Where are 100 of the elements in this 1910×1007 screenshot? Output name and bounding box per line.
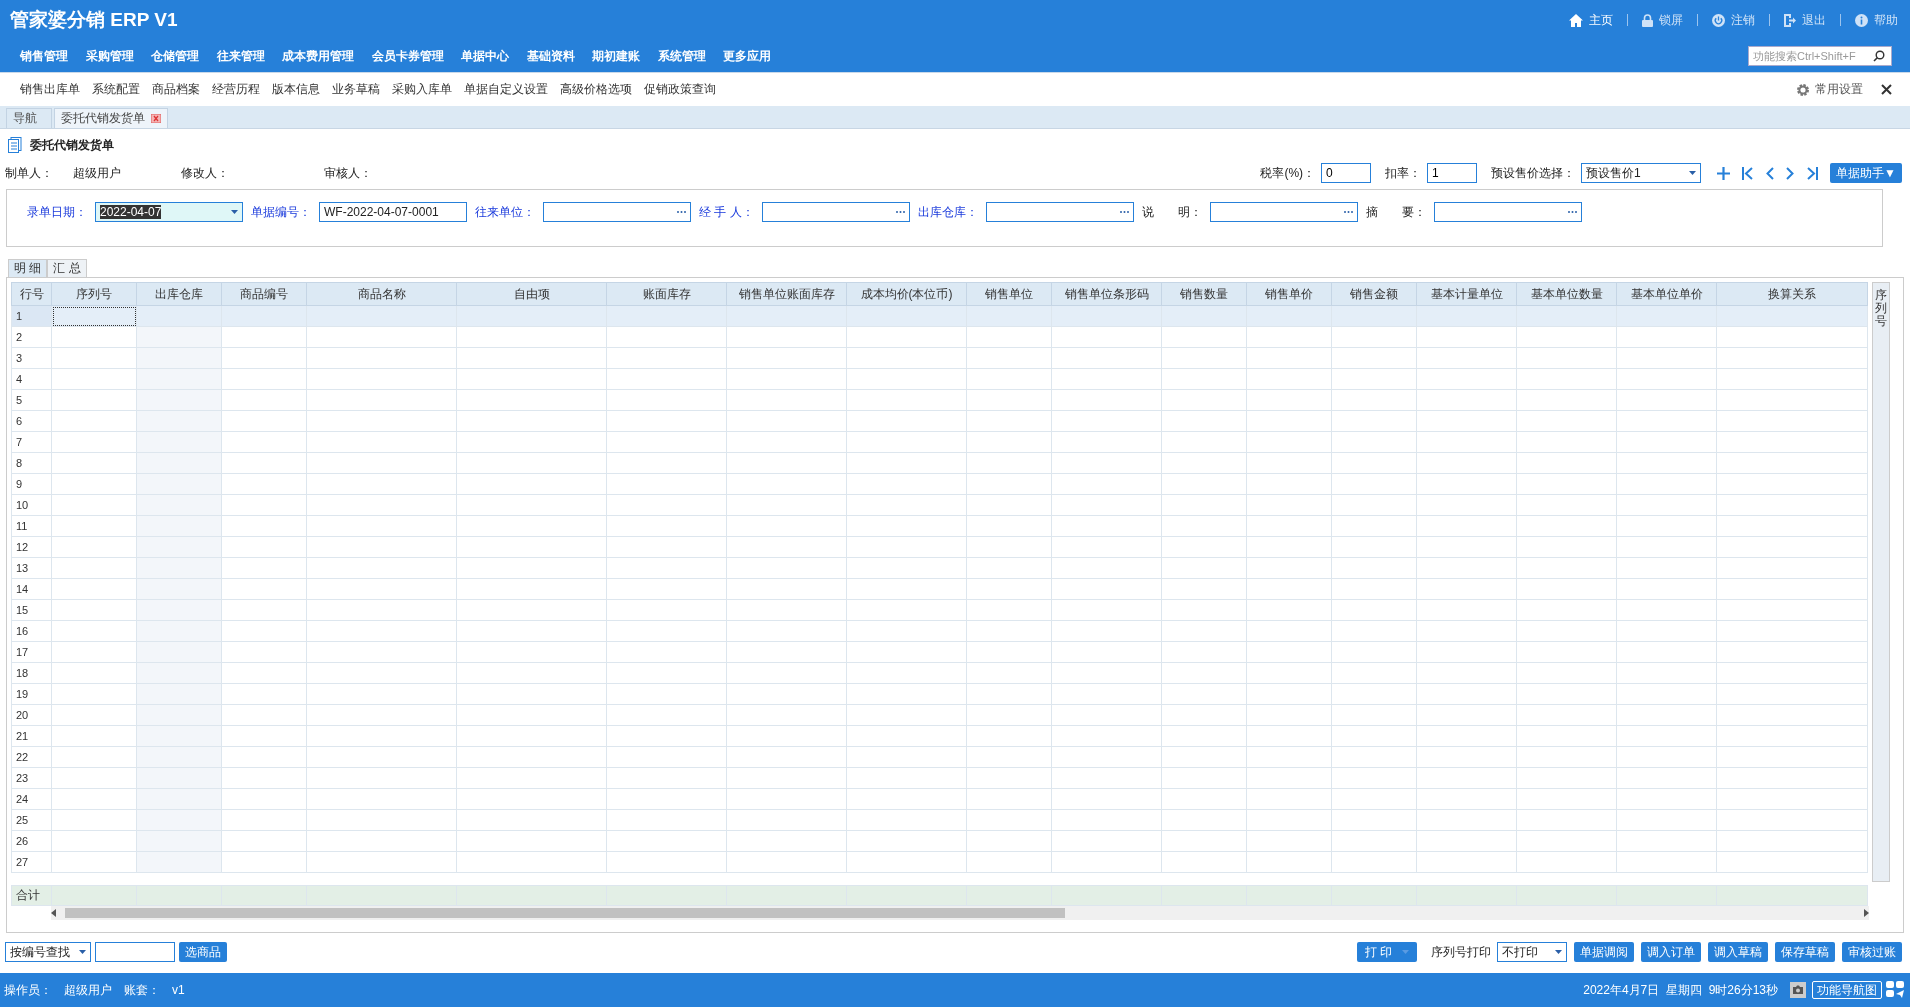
quick-link[interactable]: 经营历程 <box>212 81 260 98</box>
tab[interactable]: 明 细 <box>8 259 48 277</box>
action-button[interactable]: 审核过账 <box>1842 942 1902 962</box>
lookup-field[interactable] <box>761 202 910 222</box>
column-header[interactable]: 销售单位条形码 <box>1051 282 1162 306</box>
grid-icon[interactable] <box>1886 981 1906 999</box>
column-header[interactable]: 基本单位单价 <box>1616 282 1717 306</box>
table-row[interactable]: 10 <box>11 494 1868 516</box>
column-header[interactable]: 出库仓库 <box>136 282 222 306</box>
action-button[interactable]: 调入订单 <box>1641 942 1701 962</box>
column-header[interactable]: 行号 <box>11 282 52 306</box>
table-row[interactable]: 17 <box>11 641 1868 663</box>
action-button[interactable]: 调入草稿 <box>1708 942 1768 962</box>
table-row[interactable]: 2 <box>11 326 1868 348</box>
column-header[interactable]: 基本单位数量 <box>1516 282 1617 306</box>
table-row[interactable]: 22 <box>11 746 1868 768</box>
horizontal-scrollbar[interactable] <box>51 906 1869 920</box>
navigation-map-button[interactable]: 功能导航图 <box>1812 981 1882 999</box>
table-row[interactable]: 16 <box>11 620 1868 642</box>
table-row[interactable]: 14 <box>11 578 1868 600</box>
column-header[interactable]: 销售单位 <box>966 282 1052 306</box>
settings-button[interactable]: 常用设置 <box>1796 81 1863 98</box>
column-header[interactable]: 商品编号 <box>221 282 307 306</box>
lookup-field[interactable] <box>985 202 1134 222</box>
table-row[interactable]: 21 <box>11 725 1868 747</box>
tab[interactable]: 导航 <box>6 108 52 128</box>
search-mode-dropdown[interactable]: 按编号查找 <box>5 942 91 962</box>
search-field[interactable]: 功能搜索Ctrl+Shift+F <box>1748 46 1892 66</box>
table-row[interactable]: 3 <box>11 347 1868 369</box>
table-row[interactable]: 6 <box>11 410 1868 432</box>
discount-field[interactable]: 1 <box>1427 163 1478 183</box>
table-row[interactable]: 18 <box>11 662 1868 684</box>
quick-link[interactable]: 商品档案 <box>152 81 200 98</box>
tax-rate-field[interactable]: 0 <box>1321 163 1372 183</box>
action-button[interactable]: 单据调阅 <box>1574 942 1634 962</box>
menu-item[interactable]: 基础资料 <box>526 47 575 65</box>
table-row[interactable]: 8 <box>11 452 1868 474</box>
table-row[interactable]: 7 <box>11 431 1868 453</box>
table-row[interactable]: 9 <box>11 473 1868 495</box>
column-header[interactable]: 销售单位账面库存 <box>726 282 847 306</box>
menu-item[interactable]: 成本费用管理 <box>282 47 354 65</box>
table-row[interactable]: 19 <box>11 683 1868 705</box>
first-record-icon[interactable] <box>1742 166 1755 180</box>
column-header[interactable]: 账面库存 <box>606 282 727 306</box>
menu-item[interactable]: 会员卡券管理 <box>371 47 444 65</box>
date-field[interactable]: 2022-04-07 <box>95 202 243 222</box>
menu-item[interactable]: 系统管理 <box>657 47 706 65</box>
table-row[interactable]: 1 <box>11 305 1868 327</box>
table-row[interactable]: 5 <box>11 389 1868 411</box>
table-row[interactable]: 27 <box>11 851 1868 873</box>
column-header[interactable]: 销售金额 <box>1331 282 1417 306</box>
menu-item[interactable]: 采购管理 <box>85 47 134 65</box>
column-header[interactable]: 换算关系 <box>1716 282 1868 306</box>
pick-goods-button[interactable]: 选商品 <box>179 942 227 962</box>
last-record-icon[interactable] <box>1806 166 1819 180</box>
table-row[interactable]: 4 <box>11 368 1868 390</box>
table-row[interactable]: 15 <box>11 599 1868 621</box>
menu-item[interactable]: 销售管理 <box>20 47 68 65</box>
column-header[interactable]: 序列号 <box>51 282 137 306</box>
close-icon[interactable] <box>1881 84 1892 95</box>
quick-link[interactable]: 促销政策查询 <box>644 81 716 98</box>
header-link[interactable]: 主页 <box>1567 11 1615 29</box>
action-button[interactable]: 保存草稿 <box>1775 942 1835 962</box>
table-row[interactable]: 23 <box>11 767 1868 789</box>
table-row[interactable]: 24 <box>11 788 1868 810</box>
quick-link[interactable]: 单据自定义设置 <box>464 81 548 98</box>
helper-button[interactable]: 单据助手▼ <box>1830 163 1902 183</box>
previous-icon[interactable] <box>1766 166 1775 180</box>
next-icon[interactable] <box>1786 166 1795 180</box>
column-header[interactable]: 销售单价 <box>1246 282 1332 306</box>
quick-link[interactable]: 系统配置 <box>92 81 140 98</box>
text-field[interactable]: WF-2022-04-07-0001 <box>319 202 467 222</box>
price-preset-dropdown[interactable]: 预设售价1 <box>1581 163 1702 183</box>
serial-print-dropdown[interactable]: 不打印 <box>1497 942 1567 962</box>
column-header[interactable]: 基本计量单位 <box>1416 282 1517 306</box>
quick-link[interactable]: 高级价格选项 <box>560 81 632 98</box>
quick-link[interactable]: 采购入库单 <box>392 81 452 98</box>
menu-item[interactable]: 更多应用 <box>723 47 771 65</box>
column-header[interactable]: 商品名称 <box>306 282 457 306</box>
lookup-field[interactable] <box>1433 202 1582 222</box>
column-header[interactable]: 成本均价(本位币) <box>846 282 967 306</box>
menu-item[interactable]: 仓储管理 <box>151 47 199 65</box>
quick-link[interactable]: 销售出库单 <box>20 81 80 98</box>
table-row[interactable]: 20 <box>11 704 1868 726</box>
table-row[interactable]: 25 <box>11 809 1868 831</box>
tab[interactable]: 汇 总 <box>47 259 87 277</box>
menu-item[interactable]: 期初建账 <box>592 47 640 65</box>
quick-link[interactable]: 业务草稿 <box>332 81 380 98</box>
menu-item[interactable]: 往来管理 <box>216 47 265 65</box>
tab[interactable]: 委托代销发货单 <box>54 108 168 128</box>
add-icon[interactable] <box>1717 166 1731 180</box>
lookup-field[interactable] <box>543 202 691 222</box>
search-input[interactable] <box>95 942 175 962</box>
table-row[interactable]: 26 <box>11 830 1868 852</box>
lookup-field[interactable] <box>1209 202 1358 222</box>
table-row[interactable]: 11 <box>11 515 1868 537</box>
right-arrow-icon[interactable] <box>1863 909 1869 917</box>
camera-icon[interactable] <box>1790 982 1806 998</box>
column-header[interactable]: 销售数量 <box>1161 282 1247 306</box>
menu-item[interactable]: 单据中心 <box>461 47 509 65</box>
